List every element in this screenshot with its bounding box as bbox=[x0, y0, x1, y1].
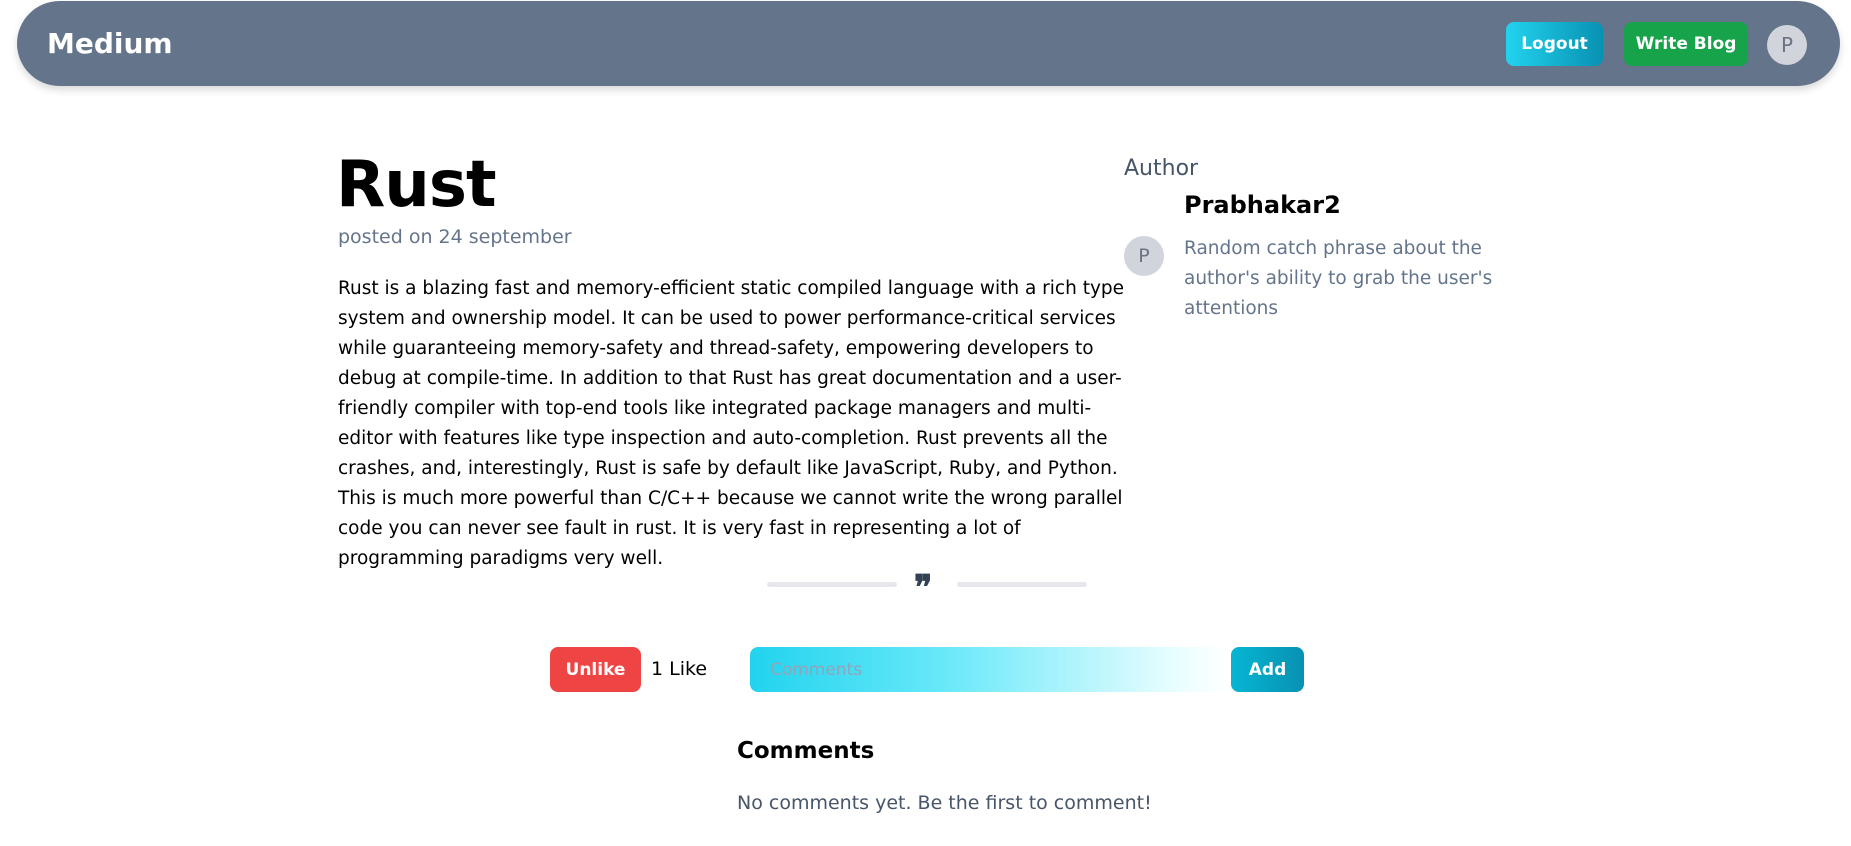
author-avatar: P bbox=[1124, 236, 1164, 276]
add-comment-button[interactable]: Add bbox=[1231, 647, 1304, 692]
logout-button[interactable]: Logout bbox=[1506, 22, 1603, 66]
post-date: posted on 24 september bbox=[338, 226, 572, 248]
divider-left bbox=[767, 582, 897, 587]
brand-logo[interactable]: Medium bbox=[47, 27, 173, 60]
author-label: Author bbox=[1124, 156, 1199, 181]
navbar: Medium Logout Write Blog P bbox=[17, 1, 1840, 86]
user-avatar[interactable]: P bbox=[1767, 25, 1807, 65]
comment-input[interactable] bbox=[750, 647, 1230, 692]
write-blog-button[interactable]: Write Blog bbox=[1624, 22, 1748, 66]
comments-heading: Comments bbox=[737, 738, 875, 764]
author-name: Prabhakar2 bbox=[1184, 191, 1341, 219]
post-title: Rust bbox=[336, 148, 497, 222]
comments-empty-text: No comments yet. Be the first to comment… bbox=[737, 792, 1152, 814]
quote-icon: ❞ bbox=[914, 568, 933, 608]
unlike-button[interactable]: Unlike bbox=[550, 647, 641, 692]
divider-right bbox=[957, 582, 1087, 587]
post-body: Rust is a blazing fast and memory-effici… bbox=[338, 278, 1125, 569]
like-count: 1 Like bbox=[651, 658, 708, 680]
author-catchphrase: Random catch phrase about the author's a… bbox=[1184, 238, 1493, 319]
